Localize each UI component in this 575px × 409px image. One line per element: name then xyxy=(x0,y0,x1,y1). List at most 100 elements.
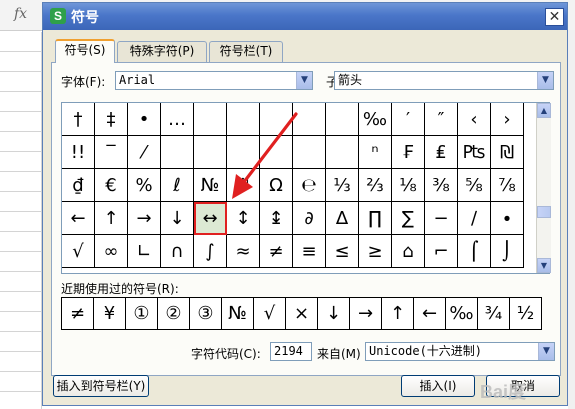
symbol-cell[interactable] xyxy=(260,103,293,136)
from-select[interactable]: Unicode(十六进制) ▼ xyxy=(365,342,555,361)
close-button[interactable]: ✕ xyxy=(545,8,564,26)
symbol-cell[interactable]: ™ xyxy=(227,169,260,202)
symbol-cell[interactable] xyxy=(260,136,293,169)
symbol-cell[interactable]: ∕ xyxy=(458,202,491,235)
symbol-cell[interactable]: ≡ xyxy=(293,235,326,268)
symbol-cell[interactable]: ∆ xyxy=(326,202,359,235)
symbol-cell[interactable]: ≤ xyxy=(326,235,359,268)
symbol-cell[interactable]: ⌂ xyxy=(392,235,425,268)
symbol-cell[interactable]: Ω xyxy=(260,169,293,202)
symbol-cell[interactable]: ⅝ xyxy=(458,169,491,202)
symbol-cell[interactable]: ⅓ xyxy=(326,169,359,202)
symbol-cell[interactable]: ₧ xyxy=(458,136,491,169)
recent-symbol-cell[interactable]: ← xyxy=(413,297,446,330)
symbol-cell[interactable] xyxy=(227,136,260,169)
symbol-cell[interactable]: ″ xyxy=(425,103,458,136)
symbol-cell[interactable]: ≈ xyxy=(227,235,260,268)
symbol-cell[interactable]: ′ xyxy=(392,103,425,136)
symbol-cell[interactable]: !! xyxy=(62,136,95,169)
dialog-titlebar[interactable]: S 符号 ✕ xyxy=(43,3,567,30)
symbol-cell[interactable] xyxy=(293,136,326,169)
symbol-cell[interactable]: % xyxy=(128,169,161,202)
symbol-cell[interactable]: ⌠ xyxy=(458,235,491,268)
recent-symbol-cell[interactable]: ¾ xyxy=(477,297,510,330)
symbol-cell[interactable]: ∞ xyxy=(95,235,128,268)
insert-button[interactable]: 插入(I) xyxy=(401,375,475,397)
chevron-down-icon[interactable]: ▼ xyxy=(537,72,553,89)
symbol-cell[interactable]: ∑ xyxy=(392,202,425,235)
symbol-cell[interactable]: √ xyxy=(62,235,95,268)
symbol-cell[interactable]: † xyxy=(62,103,95,136)
symbol-cell[interactable]: ₣ xyxy=(392,136,425,169)
subset-select[interactable]: 箭头 ▼ xyxy=(334,71,554,90)
recent-symbol-cell[interactable]: ¥ xyxy=(93,297,126,330)
symbol-cell[interactable]: ⅞ xyxy=(491,169,524,202)
symbol-cell[interactable]: ‡ xyxy=(95,103,128,136)
char-code-input[interactable]: 2194 xyxy=(270,342,312,361)
symbol-cell[interactable]: ↑ xyxy=(95,202,128,235)
symbol-cell[interactable]: ₤ xyxy=(425,136,458,169)
font-select[interactable]: Arial ▼ xyxy=(115,71,313,90)
recent-symbol-cell[interactable]: ½ xyxy=(509,297,542,330)
symbol-cell[interactable]: − xyxy=(425,202,458,235)
symbol-cell[interactable]: ∙ xyxy=(491,202,524,235)
insert-to-bar-button[interactable]: 插入到符号栏(Y) xyxy=(53,375,149,397)
recent-symbol-cell[interactable]: ↑ xyxy=(381,297,414,330)
symbol-cell[interactable]: ‰ xyxy=(359,103,392,136)
chevron-down-icon[interactable]: ▼ xyxy=(538,343,554,360)
symbol-cell[interactable]: ‹ xyxy=(458,103,491,136)
symbol-cell[interactable]: ↔ xyxy=(194,202,227,235)
symbol-cell[interactable]: ⌐ xyxy=(425,235,458,268)
grid-scrollbar[interactable]: ▲ ▼ xyxy=(536,103,551,273)
recent-symbol-cell[interactable]: √ xyxy=(253,297,286,330)
symbol-cell[interactable] xyxy=(326,103,359,136)
symbol-cell[interactable]: ↨ xyxy=(260,202,293,235)
symbol-cell[interactable]: ‾ xyxy=(95,136,128,169)
symbol-cell[interactable]: ∟ xyxy=(128,235,161,268)
symbol-cell[interactable]: ℮ xyxy=(293,169,326,202)
symbol-cell[interactable]: ≥ xyxy=(359,235,392,268)
symbol-cell[interactable] xyxy=(227,103,260,136)
symbol-cell[interactable]: ↕ xyxy=(227,202,260,235)
scroll-up-button[interactable]: ▲ xyxy=(537,103,551,118)
symbol-cell[interactable]: ∩ xyxy=(161,235,194,268)
symbol-cell[interactable]: ⅔ xyxy=(359,169,392,202)
symbol-cell[interactable] xyxy=(194,103,227,136)
recent-symbol-cell[interactable]: ‰ xyxy=(445,297,478,330)
symbol-cell[interactable]: ⅜ xyxy=(425,169,458,202)
symbol-cell[interactable]: № xyxy=(194,169,227,202)
tab-special-chars[interactable]: 特殊字符(P) xyxy=(117,41,207,62)
recent-symbol-cell[interactable]: ③ xyxy=(189,297,222,330)
recent-symbol-cell[interactable]: ↓ xyxy=(317,297,350,330)
symbol-cell[interactable]: ≠ xyxy=(260,235,293,268)
tab-symbol-bar[interactable]: 符号栏(T) xyxy=(209,41,283,62)
symbol-cell[interactable]: ⁿ xyxy=(359,136,392,169)
tab-symbols[interactable]: 符号(S) xyxy=(55,39,115,63)
symbol-cell[interactable] xyxy=(161,136,194,169)
symbol-cell[interactable]: ℓ xyxy=(161,169,194,202)
recent-symbol-cell[interactable]: № xyxy=(221,297,254,330)
symbol-cell[interactable] xyxy=(326,136,359,169)
recent-symbol-cell[interactable]: → xyxy=(349,297,382,330)
symbol-cell[interactable]: ₪ xyxy=(491,136,524,169)
symbol-cell[interactable]: ∫ xyxy=(194,235,227,268)
symbol-cell[interactable]: ∂ xyxy=(293,202,326,235)
recent-symbol-cell[interactable]: ② xyxy=(157,297,190,330)
recent-symbol-cell[interactable]: ≠ xyxy=(61,297,94,330)
scroll-down-button[interactable]: ▼ xyxy=(537,258,551,273)
symbol-cell[interactable]: ∏ xyxy=(359,202,392,235)
symbol-cell[interactable]: ₫ xyxy=(62,169,95,202)
scroll-thumb[interactable] xyxy=(537,206,551,218)
symbol-cell[interactable]: ⁄ xyxy=(128,136,161,169)
recent-symbol-cell[interactable]: × xyxy=(285,297,318,330)
symbol-cell[interactable]: € xyxy=(95,169,128,202)
symbol-cell[interactable]: ← xyxy=(62,202,95,235)
symbol-cell[interactable]: • xyxy=(128,103,161,136)
symbol-cell[interactable]: ↓ xyxy=(161,202,194,235)
chevron-down-icon[interactable]: ▼ xyxy=(296,72,312,89)
symbol-cell[interactable]: › xyxy=(491,103,524,136)
symbol-cell[interactable] xyxy=(293,103,326,136)
symbol-cell[interactable]: → xyxy=(128,202,161,235)
symbol-cell[interactable]: ⅛ xyxy=(392,169,425,202)
recent-symbol-cell[interactable]: ① xyxy=(125,297,158,330)
